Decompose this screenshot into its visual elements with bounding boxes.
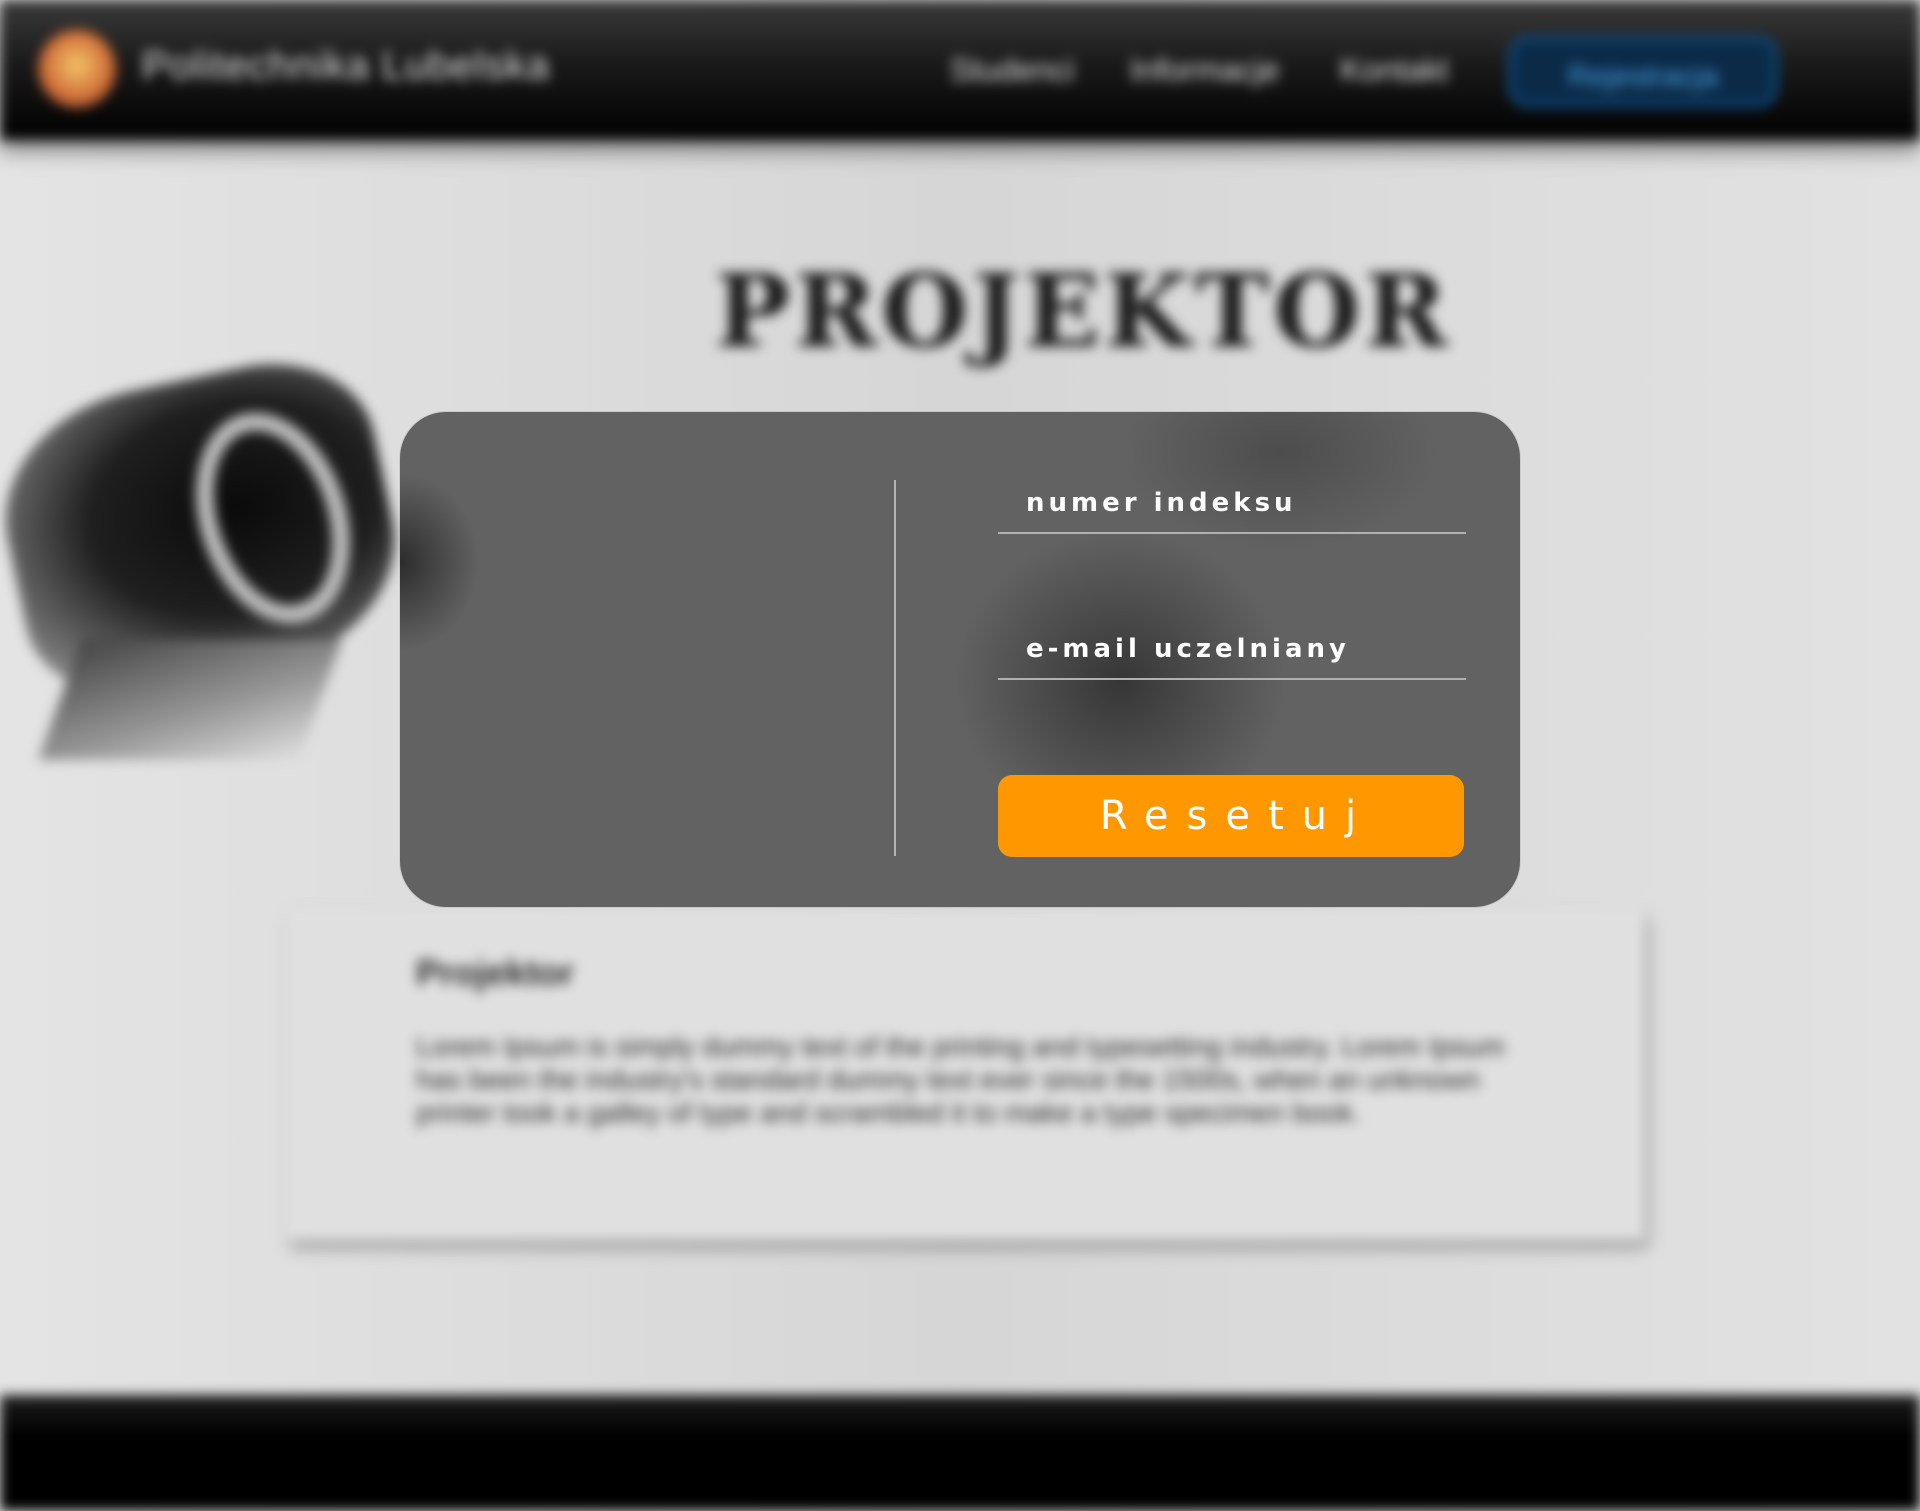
- nav-link-students[interactable]: Studenci: [950, 52, 1075, 89]
- email-field: [998, 620, 1466, 680]
- modal-divider: [894, 480, 896, 856]
- university-email-input[interactable]: [998, 620, 1466, 680]
- nav-link-info[interactable]: Informacje: [1130, 52, 1279, 89]
- index-number-field: [998, 474, 1466, 534]
- index-number-input[interactable]: [998, 474, 1466, 534]
- university-logo[interactable]: [38, 30, 116, 108]
- modal-shadow-left: [400, 472, 480, 652]
- register-button[interactable]: Rejestracja: [1508, 36, 1778, 108]
- brand-name[interactable]: Politechnika Lubelska: [142, 44, 550, 89]
- reset-button[interactable]: Resetuj: [998, 775, 1464, 857]
- footer: [0, 1395, 1920, 1511]
- card-text: Lorem Ipsum is simply dummy text of the …: [416, 1031, 1505, 1128]
- top-navigation-bar: Politechnika Lubelska Studenci Informacj…: [0, 0, 1920, 140]
- card-title: Projektor: [416, 952, 575, 993]
- description-card: Projektor Lorem Ipsum is simply dummy te…: [286, 910, 1644, 1240]
- password-reset-modal: Resetuj: [400, 412, 1520, 907]
- page-title: PROJEKTOR: [715, 252, 1452, 370]
- projector-image: [0, 360, 440, 770]
- projector-stand-shape: [38, 640, 342, 760]
- nav-link-contact[interactable]: Kontakt: [1340, 52, 1449, 89]
